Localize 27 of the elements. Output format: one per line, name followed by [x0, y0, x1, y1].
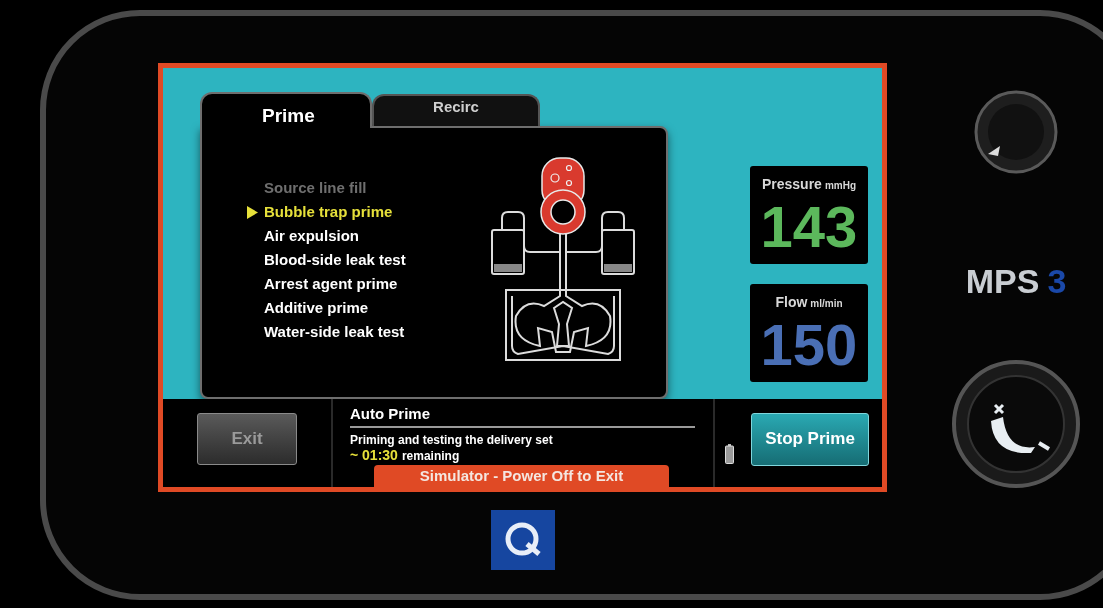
step-label: Source line fill [264, 177, 367, 198]
model-number: 3 [1047, 261, 1067, 302]
brand-name: MPS [965, 261, 1040, 302]
step-label: Arrest agent prime [264, 273, 398, 294]
status-title: Auto Prime [350, 405, 695, 428]
readout-label: Flow [775, 293, 808, 312]
knob-drawing[interactable] [974, 90, 1058, 174]
tab[interactable]: Prime [200, 92, 372, 128]
battery-icon [725, 444, 734, 464]
time-remaining: ~ 01:30 [350, 447, 398, 463]
readout-value: 143 [760, 195, 858, 259]
step-label: Additive prime [264, 297, 369, 318]
logo-icon [490, 510, 555, 570]
step-label: Water-side leak test [264, 321, 405, 342]
readout-unit: ml/min [810, 297, 843, 311]
stop-prime-button[interactable]: Stop Prime [751, 412, 869, 466]
dial-drawing[interactable] [951, 359, 1081, 489]
step-label: Blood-side leak test [264, 249, 406, 270]
time-remaining-label: remaining [401, 448, 460, 464]
readout-value: 150 [760, 313, 858, 377]
readout-label: Pressure [761, 175, 822, 194]
tab[interactable]: Recirc [372, 94, 540, 126]
step-label: Air expulsion [264, 225, 360, 246]
step-label: Bubble trap prime [264, 201, 393, 222]
simulator-banner: Simulator - Power Off to Exit [374, 465, 669, 487]
readout-unit: mmHg [824, 179, 857, 193]
status-message: Priming and testing the delivery set [350, 433, 554, 447]
